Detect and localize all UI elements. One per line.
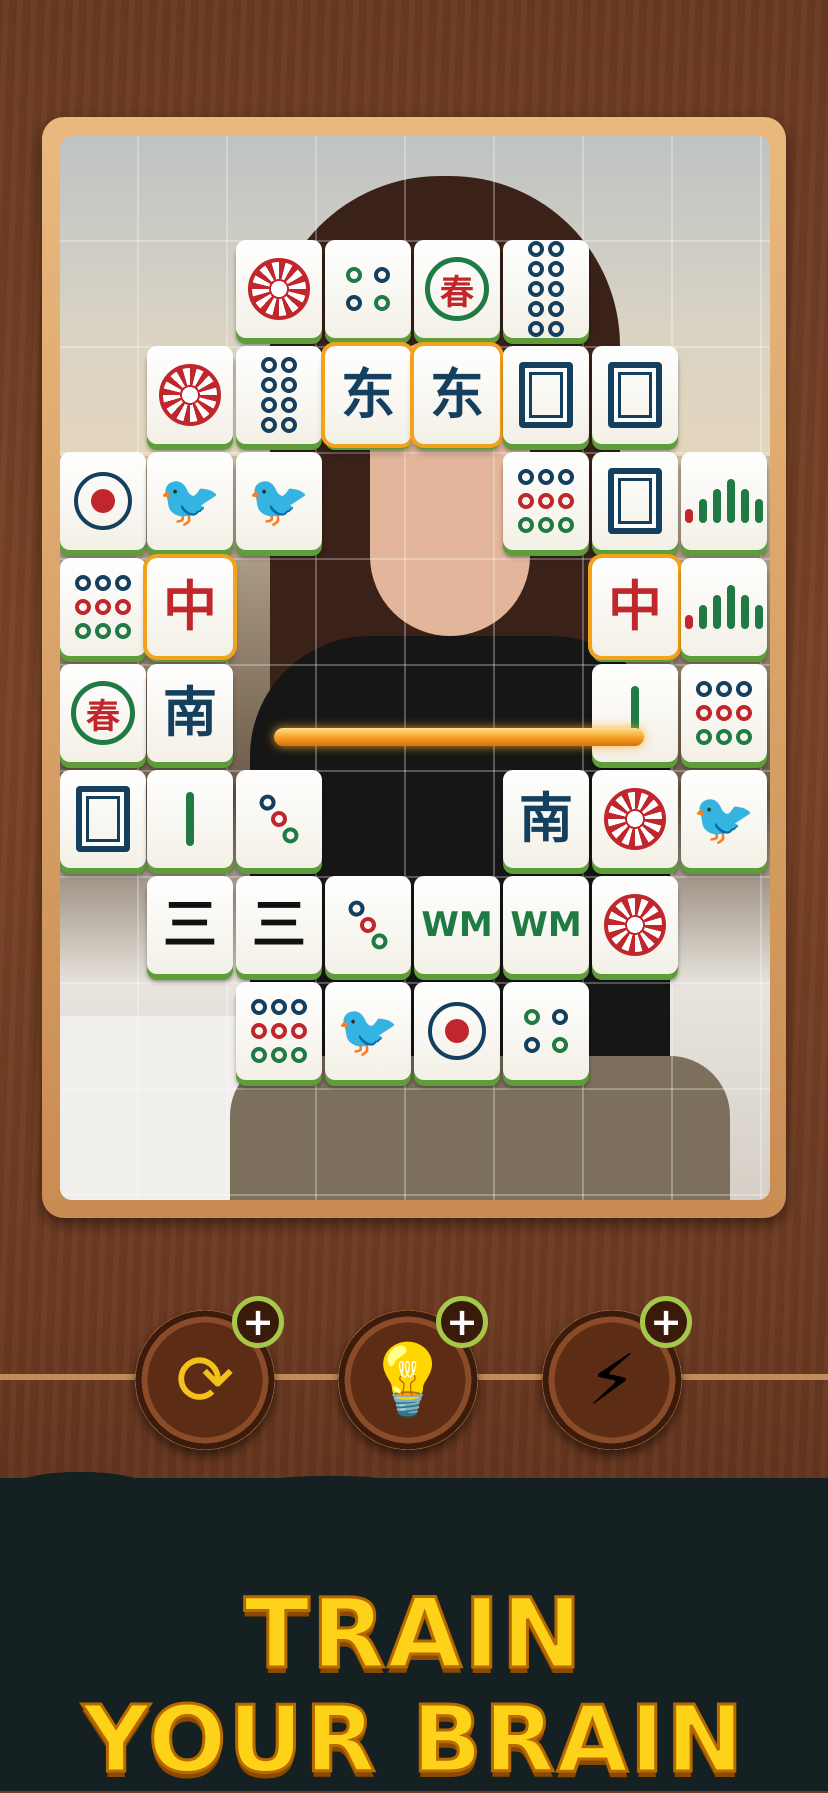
tile-face (604, 788, 666, 850)
match-link-beam (274, 728, 644, 746)
brush-edge (0, 1440, 828, 1520)
tile-face (608, 468, 662, 534)
mahjong-tile[interactable]: 🐦 (681, 770, 767, 868)
tile-face: 三 (163, 893, 217, 956)
mahjong-tile[interactable]: 南 (147, 664, 233, 762)
mahjong-tile[interactable] (503, 346, 589, 444)
tile-face (248, 258, 310, 320)
tile-face: WM (510, 905, 582, 945)
mahjong-tile[interactable] (60, 452, 146, 550)
mahjong-tile[interactable]: 🐦 (236, 452, 322, 550)
tile-face (696, 681, 752, 745)
mahjong-tile[interactable] (681, 452, 767, 550)
tile-face: 东 (430, 363, 484, 426)
tile-face (685, 479, 763, 523)
tile-face (345, 897, 391, 953)
toolbar-rail-right (680, 1374, 828, 1380)
bird-icon: 🐦 (247, 472, 311, 530)
mahjong-tile[interactable] (592, 452, 678, 550)
bird-icon: 🐦 (158, 472, 222, 530)
tile-face (524, 1009, 568, 1053)
tile-face: 南 (519, 787, 573, 850)
mahjong-tile[interactable] (147, 346, 233, 444)
mahjong-tile[interactable]: 南 (503, 770, 589, 868)
tile-face: 东 (341, 363, 395, 426)
tile-face (685, 585, 763, 629)
tile-face (518, 469, 574, 533)
mahjong-tile[interactable]: 三 (236, 876, 322, 974)
lightbulb-icon: 💡 (364, 1339, 452, 1421)
mahjong-tile[interactable] (503, 982, 589, 1080)
tile-face (346, 267, 390, 311)
mahjong-tile[interactable]: 春 (60, 664, 146, 762)
tile-face (251, 999, 307, 1063)
tile-face: 春 (425, 257, 489, 321)
hint-add-button[interactable]: + (436, 1296, 488, 1348)
mahjong-tile[interactable]: 中 (147, 558, 233, 656)
shuffle-add-button[interactable]: + (232, 1296, 284, 1348)
tile-face: 南 (163, 681, 217, 744)
mahjong-tile[interactable]: 春 (414, 240, 500, 338)
mahjong-tile[interactable] (414, 982, 500, 1080)
mahjong-tile[interactable]: 🐦 (147, 452, 233, 550)
toolbar-rail-left (0, 1374, 150, 1380)
mahjong-tile[interactable]: 🐦 (325, 982, 411, 1080)
tile-face: 中 (163, 575, 217, 638)
mahjong-tile[interactable] (503, 452, 589, 550)
tile-face (261, 357, 297, 433)
mahjong-tile[interactable] (503, 240, 589, 338)
slogan-line1: TRAIN (243, 1577, 584, 1692)
lightning-icon: ⚡ (587, 1339, 637, 1421)
tile-face: WM (421, 905, 493, 945)
mahjong-tile[interactable] (236, 770, 322, 868)
mahjong-tile[interactable]: 中 (592, 558, 678, 656)
tile-face (528, 241, 564, 337)
slogan-line2: YOUR BRAIN (81, 1685, 746, 1793)
tile-face: 三 (252, 893, 306, 956)
tile-face (256, 791, 302, 847)
mahjong-tile[interactable] (147, 770, 233, 868)
mahjong-tile[interactable] (236, 346, 322, 444)
mahjong-tile[interactable] (60, 770, 146, 868)
shuffle-arrows-icon: ⟳ (175, 1339, 235, 1421)
tile-face (74, 472, 132, 530)
tile-face (604, 894, 666, 956)
bird-icon: 🐦 (692, 790, 756, 848)
tile-face (428, 1002, 486, 1060)
mahjong-tile[interactable]: WM (503, 876, 589, 974)
mahjong-tile[interactable]: WM (414, 876, 500, 974)
tile-face (159, 364, 221, 426)
tile-face (608, 362, 662, 428)
mahjong-tile[interactable] (60, 558, 146, 656)
mahjong-tile[interactable]: 东 (325, 346, 411, 444)
tile-face (76, 786, 130, 852)
bird-icon: 🐦 (336, 1002, 400, 1060)
mahjong-tile[interactable] (236, 982, 322, 1080)
mahjong-tile[interactable] (325, 876, 411, 974)
tile-face: 中 (608, 575, 662, 638)
tile-face (75, 575, 131, 639)
mahjong-tile[interactable] (592, 346, 678, 444)
mahjong-tile[interactable] (592, 770, 678, 868)
tile-face: 春 (71, 681, 135, 745)
tile-face (186, 792, 194, 846)
mahjong-tile[interactable] (592, 664, 678, 762)
power-add-button[interactable]: + (640, 1296, 692, 1348)
mahjong-tile[interactable] (681, 558, 767, 656)
tile-face (519, 362, 573, 428)
mahjong-tile[interactable] (236, 240, 322, 338)
mahjong-tile[interactable] (681, 664, 767, 762)
game-board: 春东东 🐦 🐦 中中春南南 🐦 三三 WM WM 🐦 (60, 136, 770, 1200)
mahjong-tile[interactable] (592, 876, 678, 974)
mahjong-tile[interactable] (325, 240, 411, 338)
mahjong-tile[interactable]: 东 (414, 346, 500, 444)
mahjong-tile[interactable]: 三 (147, 876, 233, 974)
